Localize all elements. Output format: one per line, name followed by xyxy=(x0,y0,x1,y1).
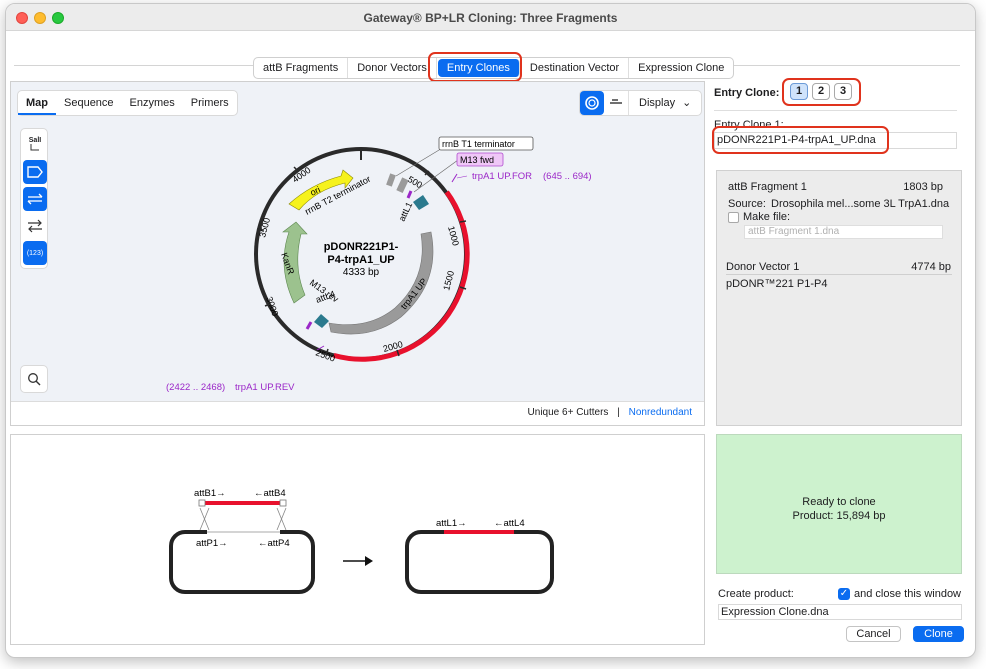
status-product-size: Product: 15,894 bp xyxy=(792,510,886,522)
feature-attl4 xyxy=(314,314,329,328)
label-attl1-entry: attL1→ xyxy=(436,518,467,529)
step-tabs: attB Fragments Donor Vectors Entry Clone… xyxy=(253,57,735,79)
label-attl4-entry: ←attL4 xyxy=(494,518,525,529)
entry-clone-divider xyxy=(714,110,957,111)
plasmid-length: 4333 bp xyxy=(343,267,380,278)
close-window-label: and close this window xyxy=(854,588,962,600)
entry-clone-1-button[interactable]: 1 xyxy=(790,83,808,100)
close-window-checkbox[interactable]: ✓ xyxy=(838,588,850,600)
label-trpa1-up: trpA1 UP xyxy=(399,276,429,311)
entry-clone-selector: 1 2 3 xyxy=(790,83,852,100)
cutters-bar: Unique 6+ Cutters | Nonredundant xyxy=(528,407,692,418)
gateway-reaction-diagram: attB1→ ←attB4 attP1→ ←attP4 attL1→ ←attL… xyxy=(169,488,554,594)
entry-clone-shape xyxy=(405,530,554,594)
donor-vector-label: Donor Vector 1 xyxy=(726,261,800,273)
source-label: Source: xyxy=(728,198,766,210)
cutters-label[interactable]: Unique 6+ Cutters xyxy=(528,407,609,418)
nonredundant-link[interactable]: Nonredundant xyxy=(629,407,692,418)
primer-for-mark xyxy=(451,173,458,183)
entry-clone-1-label: Entry Clone 1: xyxy=(714,119,784,131)
feature-rrnb-t1a xyxy=(386,173,396,187)
cancel-button[interactable]: Cancel xyxy=(846,626,901,642)
label-attb4: ←attB4 xyxy=(254,488,286,499)
primer-rev-range: (2422 .. 2468) xyxy=(166,382,225,393)
primer-for-range: (645 .. 694) xyxy=(543,171,592,182)
entry-clone-label: Entry Clone: xyxy=(714,87,780,99)
tab-expression-clone[interactable]: Expression Clone xyxy=(629,58,733,78)
tick-3500: 3500 xyxy=(257,217,272,239)
clone-button[interactable]: Clone xyxy=(913,626,964,642)
donor-plasmid-shape xyxy=(169,530,315,594)
title-bar: Gateway® BP+LR Cloning: Three Fragments xyxy=(6,4,975,31)
status-ready: Ready to clone xyxy=(802,496,876,508)
primer-for-name-text: trpA1 UP.FOR xyxy=(472,171,532,182)
cutters-separator: | xyxy=(617,407,620,418)
label-m13-fwd: M13 fwd xyxy=(460,155,494,165)
label-attp1: attP1→ xyxy=(196,538,228,549)
entry-clone-2-button[interactable]: 2 xyxy=(812,83,830,100)
feature-m13-rev xyxy=(305,321,313,330)
tab-attb-fragments[interactable]: attB Fragments xyxy=(254,58,349,78)
tick-1500: 1500 xyxy=(441,270,456,292)
label-attb1: attB1→ xyxy=(194,488,226,499)
plasmid-name-line2: P4-trpA1_UP xyxy=(327,254,394,266)
entry-clone-3-button[interactable]: 3 xyxy=(834,83,852,100)
make-file-field[interactable]: attB Fragment 1.dna xyxy=(744,225,943,239)
feature-rrnb-t1b xyxy=(396,177,409,194)
leader-m13-fwd xyxy=(413,159,459,193)
attb4-site xyxy=(279,499,287,507)
map-footer: Unique 6+ Cutters | Nonredundant xyxy=(11,401,704,425)
attb1-site xyxy=(198,499,206,507)
donor-vector-size: 4774 bp xyxy=(911,261,951,273)
attb-fragment-size: 1803 bp xyxy=(903,181,943,193)
tab-entry-clones[interactable]: Entry Clones xyxy=(437,59,520,77)
crossover-left xyxy=(199,507,210,531)
attb-fragment-label: attB Fragment 1 xyxy=(728,181,807,193)
status-text: Ready to clone Product: 15,894 bp xyxy=(717,495,961,523)
product-name-field[interactable]: Expression Clone.dna xyxy=(718,604,962,620)
source-value: Drosophila mel...some 3L TrpA1.dna xyxy=(771,198,950,210)
plasmid-map: 500 1000 1500 2000 2500 3000 3500 4000 o… xyxy=(166,136,592,393)
plasmid-name-line1: pDONR221P1- xyxy=(324,241,399,253)
map-pane: Map Sequence Enzymes Primers Display ⌄ S… xyxy=(10,81,705,426)
gateway-diagram-pane: attB1→ ←attB4 attP1→ ←attP4 attL1→ ←attL… xyxy=(10,434,705,645)
label-attl1: attL1 xyxy=(397,200,415,222)
create-product-label: Create product: xyxy=(718,588,794,600)
window-title: Gateway® BP+LR Cloning: Three Fragments xyxy=(363,11,618,25)
checkmark-icon: ✓ xyxy=(839,588,849,599)
tab-destination-vector[interactable]: Destination Vector xyxy=(521,58,630,78)
tick-500: 500 xyxy=(406,174,424,190)
entry-clone-1-name-field[interactable]: pDONR221P1-P4-trpA1_UP.dna xyxy=(714,132,957,149)
tick-3000: 3000 xyxy=(264,295,280,317)
donor-vector-name: pDONR™221 P1-P4 xyxy=(726,278,828,290)
status-panel: Ready to clone Product: 15,894 bp xyxy=(716,434,962,574)
tab-donor-vectors[interactable]: Donor Vectors xyxy=(348,58,437,78)
label-rrnb-t1: rrnB T1 terminator xyxy=(442,139,515,149)
make-file-label: Make file: xyxy=(743,211,791,223)
donor-divider xyxy=(726,274,952,275)
reaction-arrow-icon xyxy=(365,556,373,566)
feature-m13-fwd xyxy=(406,190,413,199)
tick-4000: 4000 xyxy=(290,165,312,185)
leader-primer-for xyxy=(456,175,468,179)
crossover-right xyxy=(276,507,287,531)
feature-attl1 xyxy=(413,195,429,210)
primer-rev-name: trpA1 UP.REV xyxy=(235,382,295,393)
fragment-panel: attB Fragment 1 1803 bp Source: Drosophi… xyxy=(716,170,962,426)
make-file-checkbox[interactable] xyxy=(728,212,739,223)
tick-1000: 1000 xyxy=(446,225,461,247)
label-attp4: ←attP4 xyxy=(258,538,290,549)
